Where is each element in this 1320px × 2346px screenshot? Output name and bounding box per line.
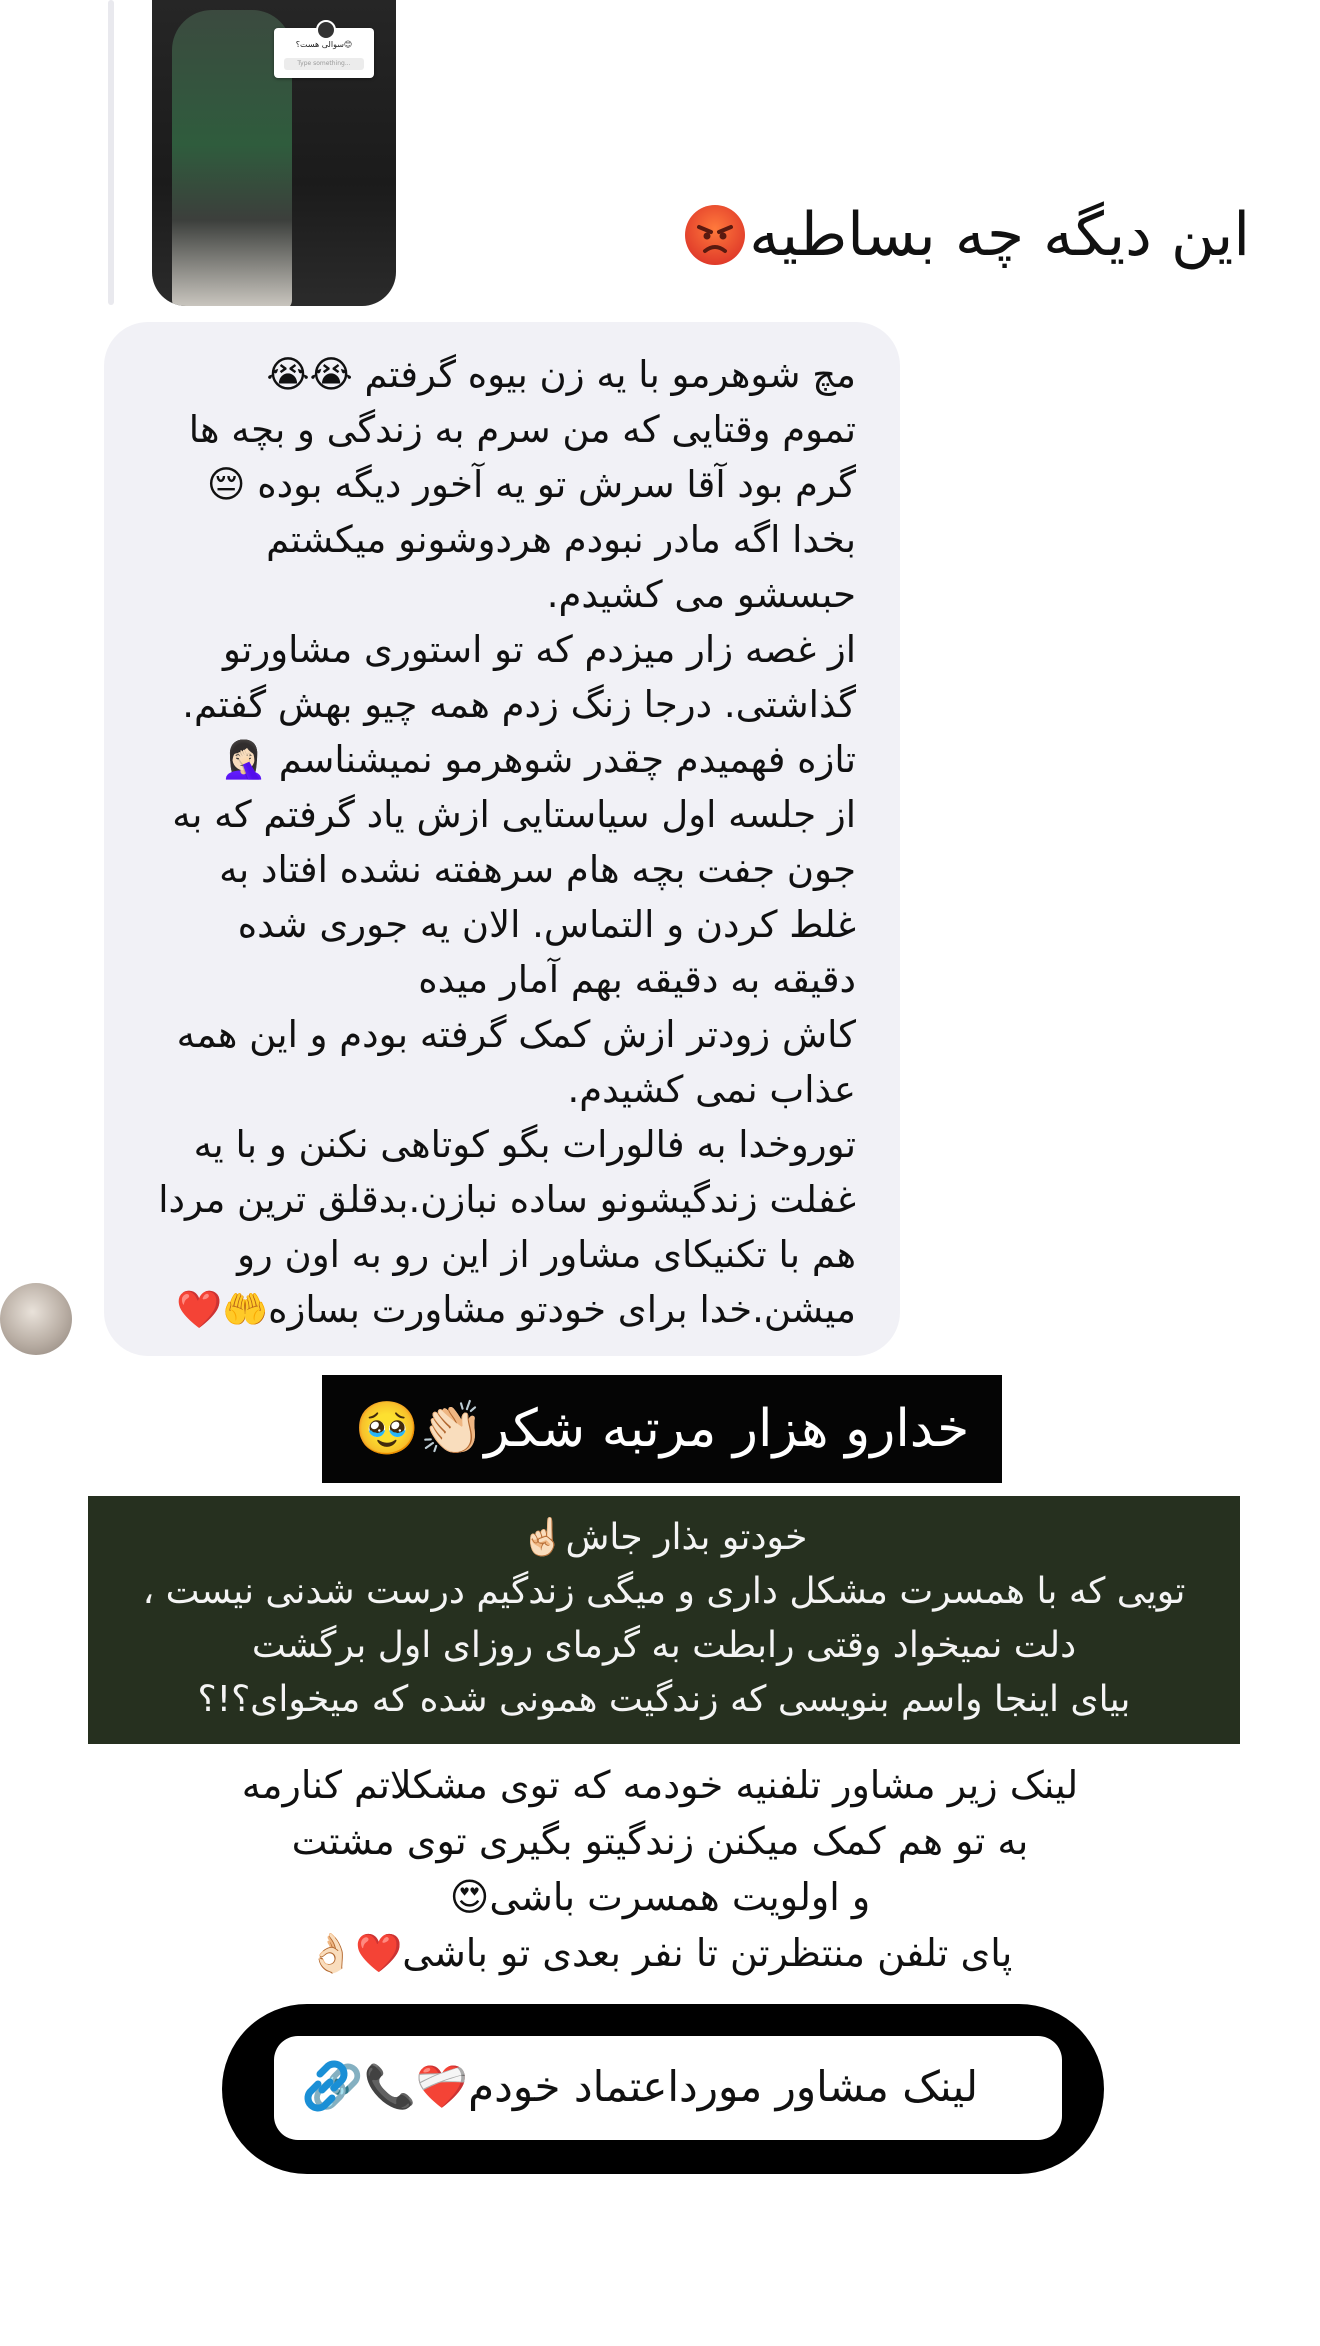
link-intro-line: به تو هم کمک میکنن زندگیتو بگیری توی مشت… [291,1819,1029,1863]
angry-face-icon [685,205,746,265]
story-question-sticker: سوالی هست؟😊 Type something... [274,20,374,78]
link-intro-line: لینک زیر مشاور تلفنیه خودمه که توی مشکلا… [241,1763,1079,1807]
message-line: میشن.خدا برای خودتو مشاورت بسازه🤲❤️ [175,1288,856,1331]
promo-line: دلت نمیخواد وقتی رابطت به گرمای روزای او… [251,1625,1077,1666]
caption-text: این دیگه چه بساطیه [749,200,1250,270]
message-line: مچ شوهرمو با یه زن بیوه گرفتم 😭😭 [266,353,856,396]
message-line: حبسشو می کشیدم. [546,573,856,616]
link-button-label: لینک مشاور مورداعتماد خودم❤️‍🩹📞🔗 [311,2062,978,2111]
promo-line: بیای اینجا واسم بنویسی که زندگیت همونی ش… [197,1679,1131,1720]
message-line: بخدا اگه مادر نبودم هردوشونو میکشتم [266,518,856,561]
story-reply-indicator [108,0,114,305]
link-intro-line: و اولویت همسرت باشی😍 [449,1875,871,1919]
message-line: دقیقه به دقیقه بهم آمار میده [418,958,856,1001]
message-line: از غصه زار میزدم که تو استوری مشاورتو [222,628,856,671]
message-line: تازه فهمیدم چقدر شوهرمو نمیشناسم 🤦🏻‍♀️ [220,738,856,781]
story-sticker-avatar [316,20,336,40]
link-icon [294,2054,358,2122]
message-line: جون جفت بچه هام سرهفته نشده افتاد به [219,848,856,891]
story-reply-caption: این دیگه چه بساطیه [685,200,1250,270]
message-line: گذاشتی. درجا زنگ زدم همه چیو بهش گفتم. [182,683,856,726]
story-sticker-field: Type something... [284,58,364,70]
message-line: توروخدا به فالورات بگو کوتاهی نکنن و با … [193,1123,856,1166]
message-line: گرم بود آقا سرش تو یه آخور دیگه بوده 😔 [206,463,856,506]
message-line: کاش زودتر ازش کمک گرفته بودم و این همه [176,1013,856,1056]
consultant-link-button[interactable]: لینک مشاور مورداعتماد خودم❤️‍🩹📞🔗 [274,2036,1062,2140]
message-line: از جلسه اول سیاستایی ازش یاد گرفتم که به [172,793,856,836]
link-button-icons [294,2052,358,2124]
promo-line: خودتو بذار جاش☝🏻 [520,1517,808,1558]
promo-line: تویی که با همسرت مشکل داری و میگی زندگیم… [142,1571,1186,1612]
thanks-banner: خدارو هزار مرتبه شکر👏🏻🥹 [322,1375,1002,1483]
link-intro-line: پای تلفن منتظرتن تا نفر بعدی تو باشی❤️👌🏻 [307,1931,1013,1975]
message-line: غفلت زندگیشونو ساده نبازن.بدقلق ترین مرد… [158,1178,856,1221]
message-line: تموم وقتایی که من سرم به زندگی و بچه ها [188,408,856,451]
message-bubble[interactable]: مچ شوهرمو با یه زن بیوه گرفتم 😭😭 تموم وق… [104,322,900,1356]
story-sticker-text: سوالی هست؟😊 [295,40,353,49]
message-line: غلط کردن و التماس. الان یه جوری شده [237,903,856,946]
promo-box: خودتو بذار جاش☝🏻 تویی که با همسرت مشکل د… [88,1496,1240,1744]
message-line: هم با تکنیکای مشاور از این رو به اون رو [237,1233,856,1276]
story-thumbnail[interactable]: سوالی هست؟😊 Type something... [152,0,396,306]
sender-avatar[interactable] [0,1283,72,1355]
message-line: عذاب نمی کشیدم. [567,1068,856,1111]
